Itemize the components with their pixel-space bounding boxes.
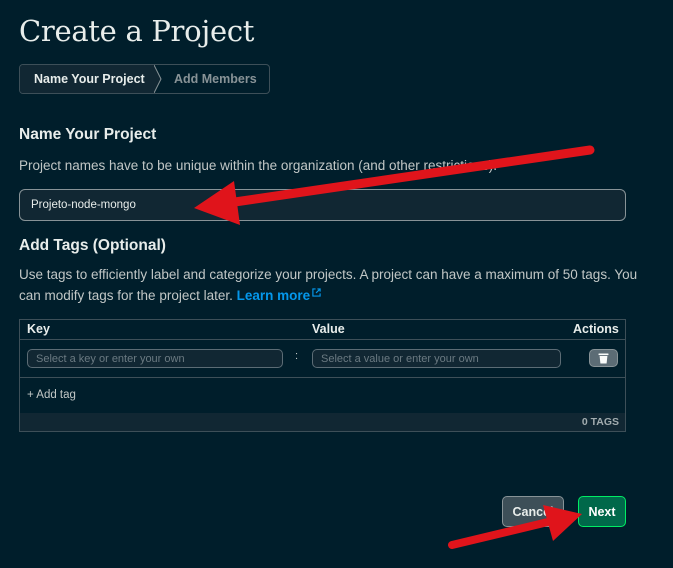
step-add-members[interactable]: Add Members (154, 65, 269, 93)
next-button[interactable]: Next (578, 496, 626, 527)
add-tag-button[interactable]: + Add tag (27, 389, 76, 401)
tag-count: 0 TAGS (581, 416, 619, 428)
step-name-project[interactable]: Name Your Project (20, 65, 154, 93)
table-footer: 0 TAGS (20, 413, 625, 431)
key-value-separator: : (295, 350, 299, 362)
cancel-button[interactable]: Cancel (502, 496, 564, 527)
project-name-input[interactable] (19, 189, 626, 221)
name-section-description: Project names have to be unique within t… (19, 158, 498, 173)
tags-table: Key Value Actions : + Add tag 0 TAGS (19, 319, 626, 432)
trash-icon (598, 353, 609, 364)
stepper: Name Your Project Add Members (19, 64, 270, 94)
column-header-value: Value (312, 322, 345, 336)
column-header-key: Key (27, 322, 50, 336)
tags-section-heading: Add Tags (Optional) (19, 237, 166, 254)
delete-tag-button[interactable] (589, 349, 618, 367)
chevron-separator-icon (154, 65, 162, 93)
tags-section-description: Use tags to efficiently label and catego… (19, 264, 639, 306)
column-header-actions: Actions (573, 322, 619, 336)
page-title: Create a Project (19, 14, 255, 48)
table-header-divider (20, 339, 625, 340)
learn-more-link[interactable]: Learn more (237, 288, 322, 303)
table-row-divider (20, 377, 625, 378)
external-link-icon (312, 288, 321, 297)
tag-key-input[interactable] (27, 349, 283, 368)
tag-value-input[interactable] (312, 349, 561, 368)
learn-more-label: Learn more (236, 288, 311, 303)
name-section-heading: Name Your Project (19, 126, 157, 143)
tags-description-text: Use tags to efficiently label and catego… (19, 267, 638, 303)
